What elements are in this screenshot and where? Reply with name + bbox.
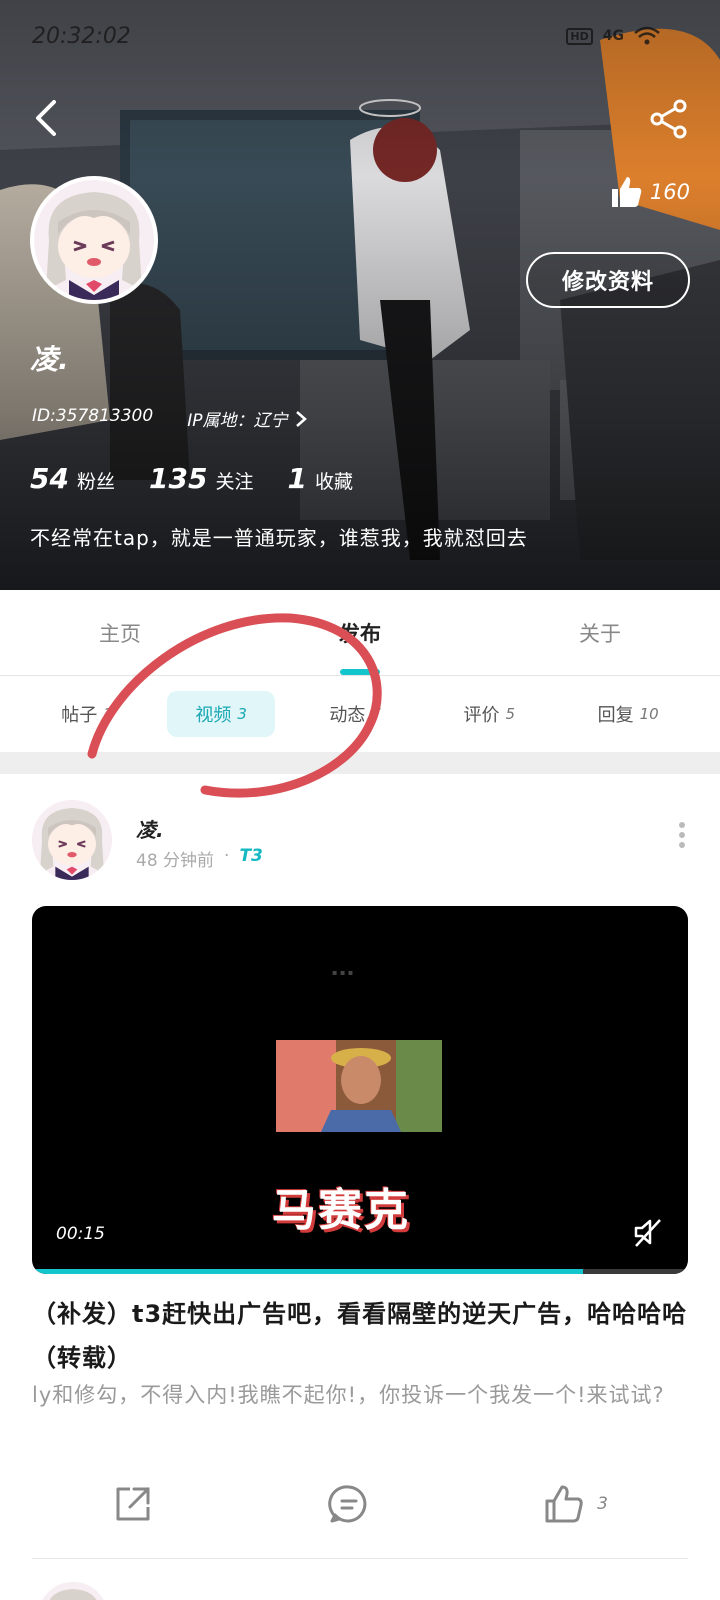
status-time: 20:32:02: [32, 24, 131, 49]
video-ghost-text: ▪ ▪ ▪: [332, 968, 354, 977]
tab-about[interactable]: 关于: [480, 590, 720, 675]
post-title[interactable]: （补发）t3赶快出广告吧，看看隔壁的逆天广告，哈哈哈哈（转载）: [32, 1292, 692, 1380]
post-separator: [32, 1558, 688, 1559]
hd-badge: HD: [566, 27, 593, 45]
stat-label: 收藏: [314, 471, 353, 493]
ip-location-text: IP属地：辽宁: [187, 411, 288, 431]
profile-like-count[interactable]: 160: [608, 174, 690, 210]
video-duration: 00:15: [56, 1224, 105, 1244]
ip-location[interactable]: IP属地：辽宁: [187, 406, 308, 431]
share-icon[interactable]: [648, 98, 690, 140]
subtab-label: 动态: [329, 705, 366, 726]
subtab-label: 视频: [195, 705, 232, 726]
subtab-count: 1: [103, 705, 113, 723]
video-frame-illustration: [276, 1040, 442, 1132]
subtab-label: 评价: [463, 705, 500, 726]
wifi-icon: [634, 26, 660, 45]
like-count: 3: [597, 1494, 608, 1514]
post-time: 48 分钟前: [136, 851, 215, 871]
stat-number: 135: [148, 462, 208, 495]
tab-label: 主页: [99, 621, 141, 646]
edit-profile-button[interactable]: 修改资料: [526, 252, 690, 308]
tab-label: 发布: [339, 621, 381, 646]
subtab-count: 7: [371, 705, 381, 723]
subtab-threads[interactable]: 帖子 1: [33, 691, 141, 737]
thumbs-up-icon: [611, 177, 642, 207]
stat-label: 关注: [215, 471, 254, 493]
stat-followers[interactable]: 54 粉丝: [30, 462, 115, 495]
user-id: ID:357813300: [32, 406, 154, 426]
avatar-illustration: [34, 180, 154, 300]
subtab-count: 3: [237, 705, 247, 723]
stat-following[interactable]: 135 关注: [149, 462, 253, 495]
comment-action[interactable]: [327, 1483, 370, 1525]
share-external-icon: [116, 1487, 150, 1521]
subtab-count: 5: [505, 705, 516, 723]
video-thumbnail: [276, 1040, 442, 1132]
comment-icon: [327, 1485, 366, 1523]
back-arrow-icon[interactable]: [26, 96, 66, 140]
stat-number: 54: [30, 462, 69, 495]
status-icons: HD 4G: [566, 26, 660, 46]
subtab-videos[interactable]: 视频 3: [167, 691, 275, 737]
video-progress-bar[interactable]: [32, 1269, 688, 1274]
post-excerpt[interactable]: ly和修勾，不得入内!我瞧不起你!，你投诉一个我发一个!来试试?: [32, 1374, 692, 1416]
like-action[interactable]: 3: [543, 1483, 608, 1525]
mute-icon[interactable]: [632, 1216, 664, 1248]
tab-home[interactable]: 主页: [0, 590, 240, 675]
network-indicator: 4G: [602, 28, 624, 44]
tab-label: 关于: [579, 621, 621, 646]
profile-stats: 54 粉丝 135 关注 1 收藏: [30, 462, 353, 495]
share-action[interactable]: [112, 1483, 154, 1525]
main-tab-bar: 主页 发布 关于: [0, 590, 720, 676]
stat-number: 1: [287, 462, 307, 495]
stat-label: 粉丝: [76, 471, 115, 493]
post-header: 凌. 48 分钟前 · T3: [32, 800, 692, 882]
thumbs-up-outline-icon: [545, 1485, 583, 1523]
chevron-right-icon: [296, 410, 308, 427]
subtab-count: 10: [639, 705, 659, 723]
next-post-avatar[interactable]: [38, 1582, 108, 1600]
profile-username: 凌.: [30, 343, 69, 376]
sub-tab-bar: 帖子 1 视频 3 动态 7 评价 5 回复 10: [0, 688, 720, 740]
profile-bio: 不经常在tap，就是一普通玩家，谁惹我，我就怼回去: [30, 526, 528, 550]
tab-posts[interactable]: 发布: [240, 590, 480, 675]
meta-separator: ·: [224, 846, 230, 866]
subtab-reviews[interactable]: 评价 5: [436, 691, 544, 737]
post-author-name[interactable]: 凌.: [136, 814, 164, 843]
subtab-label: 回复: [597, 705, 634, 726]
like-count-number: 160: [649, 180, 690, 204]
active-tab-indicator: [340, 669, 380, 675]
post-game-tag[interactable]: T3: [239, 846, 262, 871]
profile-id-row: ID:357813300 IP属地：辽宁: [32, 406, 308, 431]
post-meta: 48 分钟前 · T3: [136, 846, 263, 871]
subtab-replies[interactable]: 回复 10: [570, 691, 687, 737]
video-progress-fill: [32, 1269, 584, 1274]
section-divider: [0, 752, 720, 774]
subtab-moments[interactable]: 动态 7: [301, 691, 409, 737]
post-author-avatar[interactable]: [32, 800, 112, 880]
stat-favorites[interactable]: 1 收藏: [287, 462, 353, 495]
more-options-icon[interactable]: [672, 820, 692, 850]
avatar-illustration: [32, 800, 112, 880]
profile-avatar[interactable]: [30, 176, 158, 304]
video-player[interactable]: ▪ ▪ ▪ 马赛克 00:15: [32, 906, 688, 1274]
avatar-illustration: [38, 1582, 108, 1600]
post-action-bar: 3: [32, 1474, 688, 1534]
subtab-label: 帖子: [61, 705, 98, 726]
video-caption: 马赛克: [272, 1185, 410, 1236]
